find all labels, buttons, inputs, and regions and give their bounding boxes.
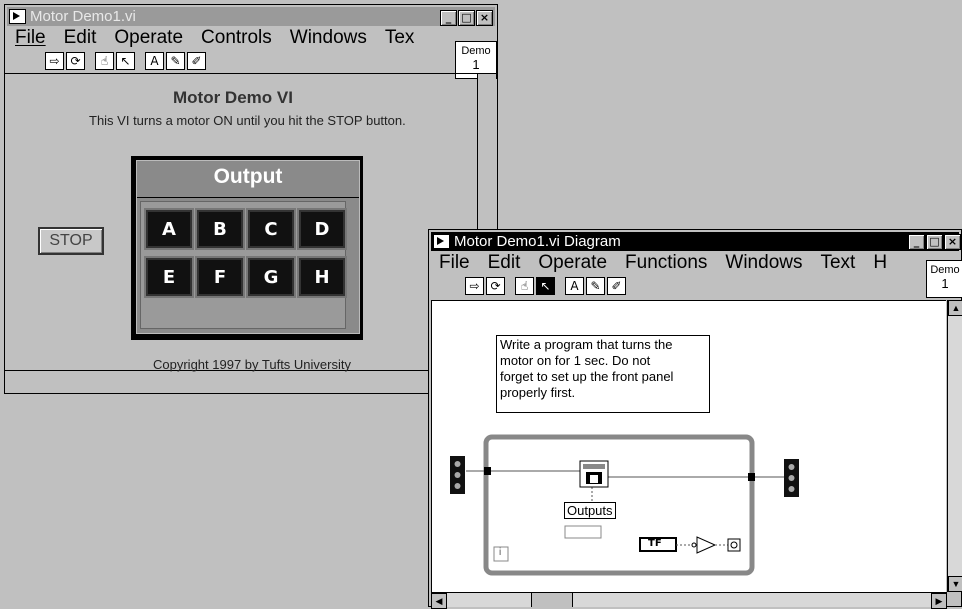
scroll-thumb[interactable] bbox=[531, 593, 573, 607]
while-loop-frame bbox=[483, 434, 755, 576]
front-menubar: File Edit Operate Controls Windows Tex bbox=[7, 27, 495, 49]
led-a[interactable]: A bbox=[144, 208, 194, 250]
led-h-label: H bbox=[314, 266, 330, 288]
maximize-button[interactable]: □ bbox=[458, 10, 475, 26]
diagram-horizontal-scrollbar[interactable]: ◀ ▶ bbox=[431, 592, 947, 609]
not-gate bbox=[696, 536, 717, 554]
diagram-wiring bbox=[450, 434, 799, 576]
led-h[interactable]: H bbox=[297, 256, 347, 298]
diagram-menu-functions[interactable]: Functions bbox=[625, 252, 707, 274]
loop-index-label: i bbox=[499, 547, 502, 558]
diagram-window: Motor Demo1.vi Diagram _ □ × File Edit O… bbox=[428, 229, 962, 609]
run-continuously-icon[interactable]: ⟳ bbox=[66, 52, 85, 70]
text-tool-icon[interactable]: A bbox=[145, 52, 164, 70]
scroll-up-arrow-icon[interactable]: ▲ bbox=[948, 300, 962, 316]
diagram-run-continuously-icon[interactable]: ⟳ bbox=[486, 277, 505, 295]
diagram-title: Motor Demo1.vi Diagram bbox=[454, 233, 621, 250]
led-g[interactable]: G bbox=[246, 256, 296, 298]
diagram-position-arrow-tool-icon[interactable]: ↖ bbox=[536, 277, 555, 295]
diagram-maximize-button[interactable]: □ bbox=[926, 234, 943, 250]
labview-app-icon[interactable] bbox=[9, 9, 26, 24]
front-panel-title: Motor Demo1.vi bbox=[30, 8, 136, 25]
front-panel-window: Motor Demo1.vi _ □ × File Edit Operate C… bbox=[4, 4, 498, 394]
right-cluster-terminal bbox=[784, 459, 799, 497]
menu-edit[interactable]: Edit bbox=[64, 27, 97, 49]
diagram-canvas[interactable]: Write a program that turns the motor on … bbox=[431, 300, 946, 593]
outputs-label[interactable]: Outputs bbox=[564, 502, 616, 519]
run-arrow-icon[interactable]: ⇨ bbox=[45, 52, 64, 70]
wiring-tool-icon[interactable]: ✎ bbox=[166, 52, 185, 70]
position-arrow-tool-icon[interactable]: ↖ bbox=[116, 52, 135, 70]
left-cluster-terminal bbox=[450, 456, 465, 494]
diagram-menu-text[interactable]: Text bbox=[820, 252, 855, 274]
loop-condition-terminal bbox=[727, 538, 741, 552]
menu-windows[interactable]: Windows bbox=[290, 27, 367, 49]
vi-description: This VI turns a motor ON until you hit t… bbox=[89, 113, 406, 128]
diagram-menu-edit[interactable]: Edit bbox=[488, 252, 521, 274]
diagram-operate-hand-tool-icon[interactable]: ☝ bbox=[515, 277, 534, 295]
front-panel-titlebar[interactable]: Motor Demo1.vi bbox=[7, 7, 495, 26]
stop-button[interactable]: STOP bbox=[38, 227, 104, 255]
led-d[interactable]: D bbox=[297, 208, 347, 250]
diagram-menubar: File Edit Operate Functions Windows Text… bbox=[431, 252, 959, 274]
diagram-wiring-tool-icon[interactable]: ✎ bbox=[586, 277, 605, 295]
scroll-down-arrow-icon[interactable]: ▼ bbox=[948, 576, 962, 592]
diagram-color-brush-tool-icon[interactable]: ✐ bbox=[607, 277, 626, 295]
output-cluster-title: Output bbox=[213, 165, 283, 188]
diagram-menu-operate[interactable]: Operate bbox=[538, 252, 607, 274]
left-tunnel bbox=[484, 467, 491, 475]
led-a-label: A bbox=[162, 218, 176, 240]
led-g-label: G bbox=[263, 266, 279, 288]
right-tunnel bbox=[748, 473, 755, 481]
led-e[interactable]: E bbox=[144, 256, 194, 298]
tf-label: TF bbox=[648, 538, 662, 549]
diagram-minimize-button[interactable]: _ bbox=[908, 234, 925, 250]
diagram-menu-windows[interactable]: Windows bbox=[725, 252, 802, 274]
menu-controls[interactable]: Controls bbox=[201, 27, 272, 49]
diagram-text-tool-icon[interactable]: A bbox=[565, 277, 584, 295]
outputs-cluster-constant bbox=[564, 525, 602, 539]
diagram-demo-number: 1 bbox=[941, 276, 949, 291]
led-d-label: D bbox=[314, 218, 330, 240]
labview-diagram-app-icon[interactable] bbox=[433, 234, 450, 249]
diagram-close-button[interactable]: × bbox=[944, 234, 961, 250]
led-f[interactable]: F bbox=[195, 256, 245, 298]
diagram-titlebar[interactable]: Motor Demo1.vi Diagram bbox=[431, 232, 959, 251]
menu-text[interactable]: Tex bbox=[385, 27, 415, 49]
menu-file[interactable]: File bbox=[15, 27, 46, 49]
output-cluster: Output A B C D E F G H bbox=[131, 156, 363, 340]
led-c[interactable]: C bbox=[246, 208, 296, 250]
led-c-label: C bbox=[264, 218, 278, 240]
motor-subvi-icon bbox=[579, 460, 609, 488]
diagram-menu-file[interactable]: File bbox=[439, 252, 470, 274]
led-f-label: F bbox=[213, 266, 227, 288]
diagram-menu-help[interactable]: H bbox=[873, 252, 887, 274]
demo-number: 1 bbox=[472, 57, 480, 72]
diagram-run-arrow-icon[interactable]: ⇨ bbox=[465, 277, 484, 295]
toolbar-divider bbox=[5, 73, 497, 74]
led-b-label: B bbox=[213, 218, 227, 240]
vi-heading: Motor Demo VI bbox=[173, 88, 293, 107]
menu-operate[interactable]: Operate bbox=[114, 27, 183, 49]
close-button[interactable]: × bbox=[476, 10, 493, 26]
led-e-label: E bbox=[162, 266, 176, 288]
minimize-button[interactable]: _ bbox=[440, 10, 457, 26]
color-brush-tool-icon[interactable]: ✐ bbox=[187, 52, 206, 70]
diagram-demo-icon-box[interactable]: Demo 1 bbox=[926, 260, 962, 298]
operate-hand-tool-icon[interactable]: ☝ bbox=[95, 52, 114, 70]
led-b[interactable]: B bbox=[195, 208, 245, 250]
copyright-text: Copyright 1997 by Tufts University bbox=[153, 357, 351, 372]
diagram-vertical-scrollbar[interactable]: ▲ ▼ bbox=[947, 300, 962, 592]
